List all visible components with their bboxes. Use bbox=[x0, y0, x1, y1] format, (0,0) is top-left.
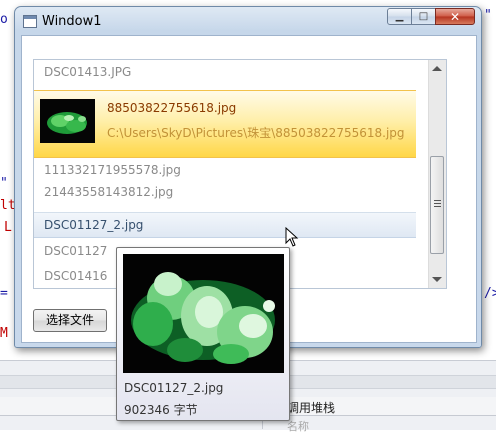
tooltip-file-size: 902346 字节 bbox=[124, 403, 198, 417]
code-fragment: M bbox=[0, 326, 8, 341]
code-fragment: /> bbox=[484, 286, 496, 301]
code-fragment: o bbox=[0, 12, 8, 27]
selected-file-path: C:\Users\SkyD\Pictures\珠宝\88503822755618… bbox=[107, 126, 405, 140]
maximize-icon[interactable]: □ bbox=[411, 8, 436, 25]
list-item[interactable]: 111332171955578.jpg bbox=[34, 158, 416, 180]
choose-file-button[interactable]: 选择文件 bbox=[33, 309, 107, 332]
window-title: Window1 bbox=[42, 14, 102, 29]
code-fragment: = bbox=[0, 286, 8, 301]
jade-preview-image bbox=[123, 254, 284, 373]
scroll-thumb[interactable] bbox=[430, 156, 444, 254]
title-bar[interactable]: Window1 ▁ □ ✕ bbox=[15, 7, 481, 35]
column-header-name: 名称 bbox=[287, 420, 309, 433]
code-fragment: L bbox=[4, 220, 12, 235]
scroll-down-icon[interactable] bbox=[432, 277, 442, 282]
scroll-grip bbox=[434, 200, 441, 207]
list-item-selected[interactable]: 88503822755618.jpg C:\Users\SkyD\Picture… bbox=[34, 90, 416, 158]
tooltip-file-name: DSC01127_2.jpg bbox=[124, 381, 224, 395]
selected-file-name: 88503822755618.jpg bbox=[107, 101, 237, 115]
image-preview-tooltip: DSC01127_2.jpg 902346 字节 bbox=[116, 247, 290, 421]
list-item[interactable]: 21443558143812.jpg bbox=[34, 180, 416, 208]
minimize-icon[interactable]: ▁ bbox=[387, 8, 412, 25]
scroll-up-icon[interactable] bbox=[432, 66, 442, 71]
list-scrollbar[interactable] bbox=[428, 60, 446, 288]
window-app-icon bbox=[23, 15, 37, 28]
code-fragment: " bbox=[0, 176, 8, 191]
jade-thumbnail-small bbox=[40, 99, 95, 143]
close-icon[interactable]: ✕ bbox=[435, 8, 475, 25]
list-item-hovered[interactable]: DSC01127_2.jpg bbox=[34, 212, 416, 238]
window-controls: ▁ □ ✕ bbox=[387, 8, 475, 25]
code-fragment: " bbox=[484, 8, 492, 23]
list-item[interactable]: DSC01413.JPG bbox=[34, 60, 416, 87]
mouse-cursor-icon bbox=[285, 227, 299, 247]
call-stack-tab[interactable]: 调用堆栈 bbox=[287, 399, 335, 416]
